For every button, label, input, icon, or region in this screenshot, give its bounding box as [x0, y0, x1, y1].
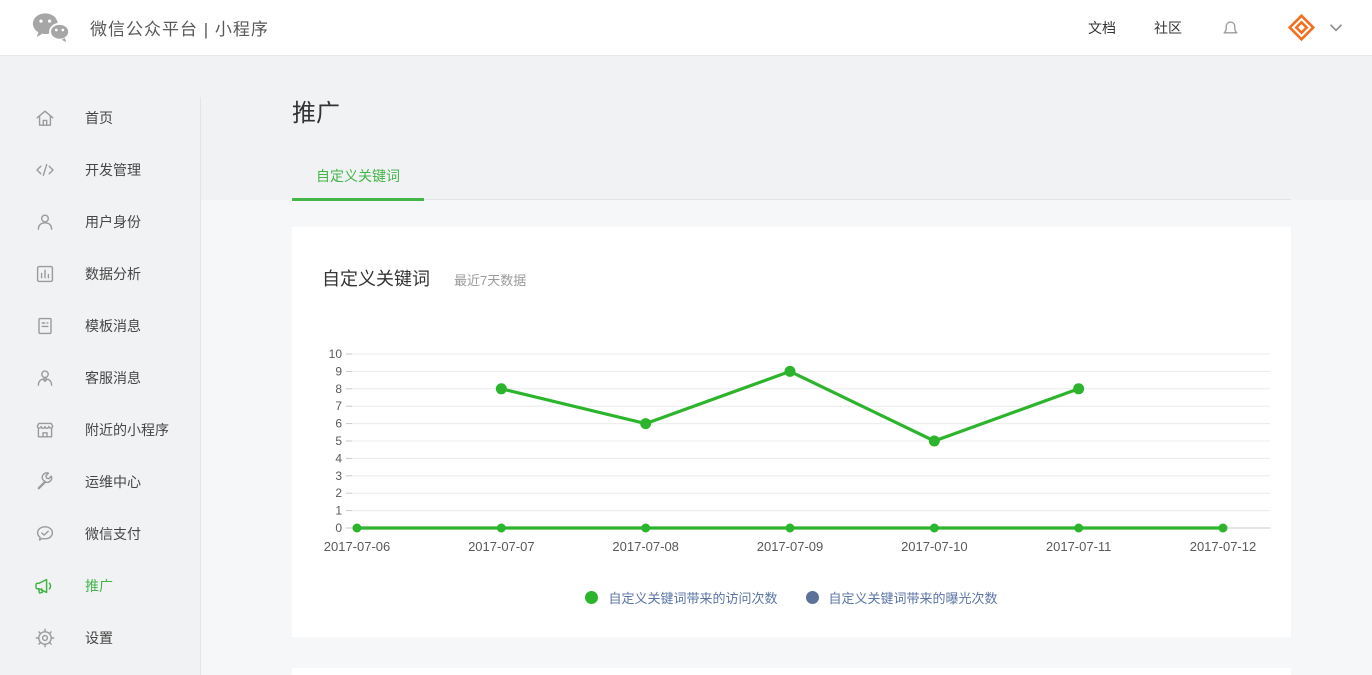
sidebar-item-nearby-miniapp[interactable]: 附近的小程序: [0, 404, 201, 456]
account-chevron-down-icon[interactable]: [1330, 24, 1342, 32]
wrench-icon: [34, 471, 56, 493]
svg-text:2017-07-08: 2017-07-08: [612, 539, 679, 554]
svg-text:2017-07-12: 2017-07-12: [1190, 539, 1257, 554]
sidebar-nav: 首页开发管理用户身份数据分析模板消息客服消息附近的小程序运维中心微信支付推广设置: [0, 56, 201, 675]
svg-text:5: 5: [335, 434, 342, 448]
svg-text:0: 0: [335, 521, 342, 535]
service-icon: [34, 367, 56, 389]
code-icon: [34, 159, 56, 181]
tab-label: 自定义关键词: [316, 168, 400, 184]
nav-community-link[interactable]: 社区: [1154, 18, 1182, 38]
account-avatar[interactable]: [1287, 13, 1316, 42]
sidebar-item-label: 附近的小程序: [85, 420, 169, 440]
sidebar-item-ops-center[interactable]: 运维中心: [0, 456, 201, 508]
sidebar-item-template-msg[interactable]: 模板消息: [0, 300, 201, 352]
sidebar-item-dev-manage[interactable]: 开发管理: [0, 144, 201, 196]
svg-text:9: 9: [335, 364, 342, 378]
svg-text:2: 2: [335, 486, 342, 500]
user-icon: [34, 211, 56, 233]
sidebar-item-label: 客服消息: [85, 368, 141, 388]
legend-item-impressions[interactable]: 自定义关键词带来的曝光次数: [806, 588, 998, 607]
sidebar-item-user-identity[interactable]: 用户身份: [0, 196, 201, 248]
sidebar-item-label: 模板消息: [85, 316, 141, 336]
next-section-card: [292, 668, 1291, 675]
legend-dot-icon: [806, 591, 819, 604]
sidebar-item-service-msg[interactable]: 客服消息: [0, 352, 201, 404]
notification-bell-icon[interactable]: [1220, 17, 1241, 38]
legend-label: 自定义关键词带来的访问次数: [608, 588, 777, 607]
nav-docs-link[interactable]: 文档: [1088, 18, 1116, 38]
chart-legend: 自定义关键词带来的访问次数 自定义关键词带来的曝光次数: [292, 588, 1291, 607]
shop-icon: [34, 419, 56, 441]
svg-text:3: 3: [335, 469, 342, 483]
chart-icon: [34, 263, 56, 285]
svg-text:10: 10: [329, 347, 343, 361]
keyword-chart: 0 1 2 3 4 5 6 7 8 9 10 2017-07-06 2017-07-07 2017-07-…: [292, 344, 1291, 572]
sidebar-item-home[interactable]: 首页: [0, 92, 201, 144]
gear-icon: [34, 627, 56, 649]
card-header: 自定义关键词 最近7天数据: [322, 265, 526, 291]
legend-item-visits[interactable]: 自定义关键词带来的访问次数: [585, 588, 777, 607]
sidebar-item-settings[interactable]: 设置: [0, 612, 201, 664]
sidebar-item-data-analysis[interactable]: 数据分析: [0, 248, 201, 300]
page-title: 推广: [292, 96, 1291, 132]
svg-text:8: 8: [335, 382, 342, 396]
sidebar-item-label: 首页: [85, 108, 113, 128]
sidebar-item-wechat-pay[interactable]: 微信支付: [0, 508, 201, 560]
wechatpay-icon: [34, 523, 56, 545]
svg-text:1: 1: [335, 504, 342, 518]
sidebar-item-label: 数据分析: [85, 264, 141, 284]
sidebar-item-label: 用户身份: [85, 212, 141, 232]
card-title: 自定义关键词: [322, 265, 430, 291]
wechat-logo-icon: [30, 10, 72, 45]
tab-bar: 自定义关键词: [292, 168, 1291, 200]
svg-text:2017-07-06: 2017-07-06: [324, 539, 391, 554]
main-content: 推广 自定义关键词 自定义关键词 最近7天数据 0 1 2 3 4 5 6 7 8 9 10 2017…: [201, 56, 1372, 675]
svg-text:2017-07-11: 2017-07-11: [1046, 539, 1112, 554]
svg-text:2017-07-07: 2017-07-07: [468, 539, 534, 554]
sidebar-item-label: 开发管理: [85, 160, 141, 180]
sidebar-item-label: 运维中心: [85, 472, 141, 492]
sidebar-item-label: 设置: [85, 628, 113, 648]
header-nav: 文档 社区: [1088, 13, 1342, 42]
brand-title: 微信公众平台 | 小程序: [90, 15, 269, 40]
svg-text:4: 4: [335, 451, 342, 465]
tab-custom-keywords[interactable]: 自定义关键词: [292, 168, 424, 199]
svg-text:6: 6: [335, 417, 342, 431]
top-header: 微信公众平台 | 小程序 文档 社区: [0, 0, 1372, 56]
sidebar-item-label: 微信支付: [85, 524, 141, 544]
svg-text:2017-07-10: 2017-07-10: [901, 539, 968, 554]
sidebar-item-label: 推广: [85, 576, 113, 596]
svg-text:7: 7: [335, 399, 342, 413]
keyword-chart-card: 自定义关键词 最近7天数据 0 1 2 3 4 5 6 7 8 9 10 2017-07-06 2017…: [292, 227, 1291, 637]
legend-label: 自定义关键词带来的曝光次数: [829, 588, 998, 607]
page-header-area: 推广 自定义关键词: [201, 56, 1372, 200]
megaphone-icon: [34, 575, 56, 597]
svg-text:2017-07-09: 2017-07-09: [757, 539, 824, 554]
template-icon: [34, 315, 56, 337]
logo-wrap: 微信公众平台 | 小程序: [30, 10, 269, 45]
legend-dot-icon: [585, 591, 598, 604]
sidebar-item-promotion[interactable]: 推广: [0, 560, 201, 612]
home-icon: [34, 107, 56, 129]
card-subtitle: 最近7天数据: [454, 270, 526, 289]
cards-area: 自定义关键词 最近7天数据 0 1 2 3 4 5 6 7 8 9 10 2017-07-06 2017…: [201, 200, 1372, 675]
